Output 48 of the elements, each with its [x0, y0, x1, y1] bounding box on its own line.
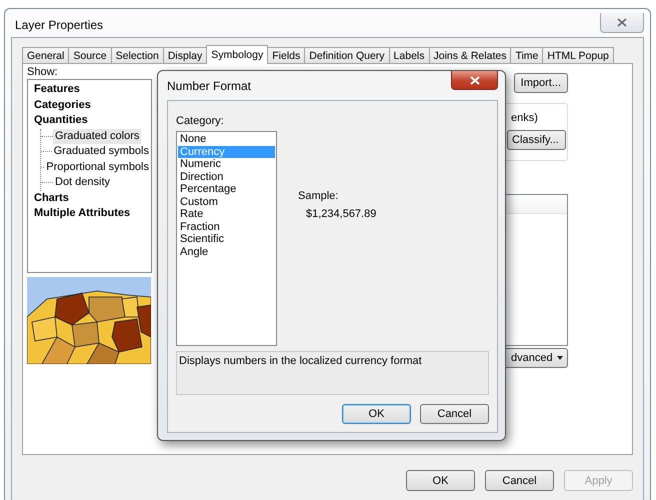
- sample-label: Sample:: [298, 190, 340, 202]
- list-item[interactable]: Angle: [178, 246, 275, 258]
- close-button[interactable]: [600, 12, 644, 32]
- tab[interactable]: Selection: [110, 47, 164, 64]
- tab[interactable]: Fields: [267, 47, 306, 64]
- tree-item[interactable]: Features: [34, 82, 151, 98]
- description-box: Displays numbers in the localized currency format: [176, 351, 489, 395]
- list-item[interactable]: Numeric: [178, 158, 275, 170]
- tree-item[interactable]: Quantities: [34, 113, 151, 128]
- tab[interactable]: Joins & Relates: [428, 47, 512, 64]
- tab[interactable]: General: [22, 47, 70, 64]
- category-label: Category:: [176, 115, 225, 127]
- tab[interactable]: Symbology: [206, 45, 268, 64]
- classify-button[interactable]: Classify...: [507, 130, 566, 150]
- tree-item[interactable]: Graduated colors: [53, 128, 142, 144]
- tree-item[interactable]: Graduated symbols: [52, 144, 151, 160]
- import-button[interactable]: Import...: [514, 73, 568, 93]
- tree-item[interactable]: Charts: [34, 190, 151, 206]
- tab[interactable]: Labels: [388, 47, 430, 64]
- footer-button[interactable]: OK: [406, 470, 475, 491]
- tab[interactable]: Source: [68, 47, 112, 64]
- list-item[interactable]: Rate: [178, 208, 275, 220]
- window-title: Layer Properties: [15, 18, 104, 32]
- list-item[interactable]: None: [178, 133, 275, 146]
- close-icon: [470, 76, 480, 84]
- dialog-button[interactable]: OK: [342, 404, 411, 424]
- caret-icon: [557, 356, 563, 360]
- close-icon: [617, 18, 627, 26]
- tree-item[interactable]: Proportional symbols: [44, 160, 151, 175]
- tab[interactable]: Time: [510, 47, 544, 64]
- tab[interactable]: HTML Popup: [542, 47, 614, 64]
- list-item[interactable]: Percentage: [178, 183, 275, 196]
- footer-button[interactable]: Cancel: [485, 470, 554, 491]
- tree-item[interactable]: Dot density: [53, 175, 112, 190]
- list-item[interactable]: Fraction: [178, 220, 275, 233]
- tab[interactable]: Display: [162, 47, 208, 64]
- list-item[interactable]: Scientific: [178, 233, 275, 246]
- tree-item[interactable]: Categories: [34, 98, 151, 113]
- list-item[interactable]: Direction: [178, 170, 275, 183]
- show-label: Show:: [27, 66, 59, 78]
- tree-item[interactable]: Multiple Attributes: [34, 206, 151, 222]
- dialog-title: Number Format: [167, 79, 252, 95]
- sample-value: $1,234,567.89: [306, 208, 376, 220]
- close-button[interactable]: [451, 71, 498, 90]
- classification-text: enks): [511, 112, 538, 124]
- dialog-button[interactable]: Cancel: [420, 404, 489, 424]
- tab[interactable]: Definition Query: [304, 47, 390, 64]
- list-item[interactable]: Custom: [178, 196, 275, 208]
